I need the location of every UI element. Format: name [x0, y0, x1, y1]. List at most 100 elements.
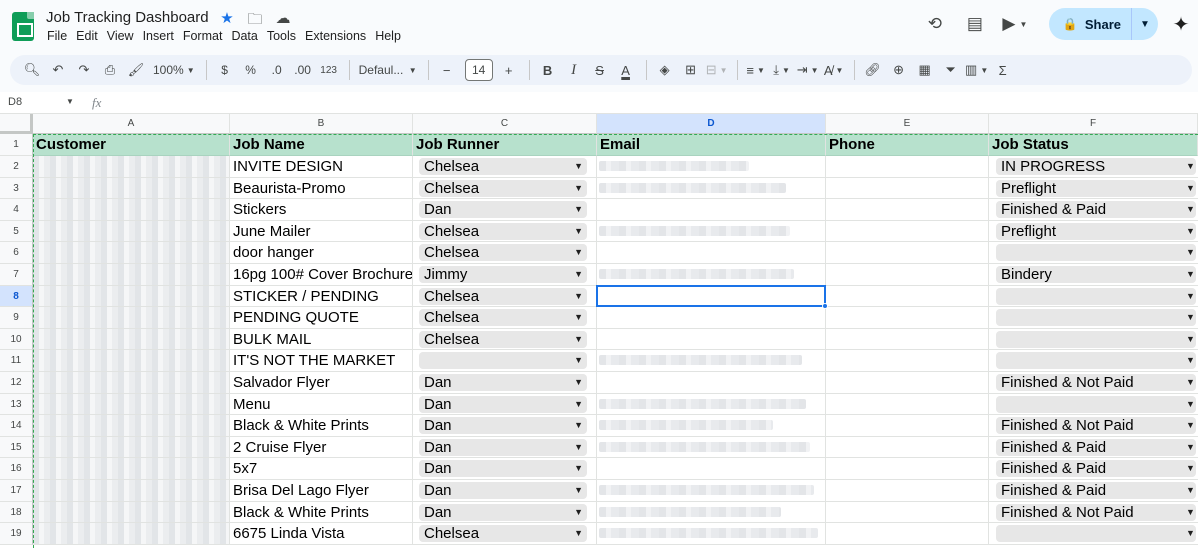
job-name-cell[interactable]: June Mailer — [230, 220, 413, 243]
job-name-cell[interactable]: door hanger — [230, 242, 413, 264]
job-status-cell[interactable]: Preflight ▼ — [989, 178, 1198, 200]
job-name-cell[interactable]: 16pg 100# Cover Brochure — [230, 264, 413, 286]
job-runner-cell[interactable]: Chelsea ▼ — [413, 307, 597, 329]
menu-edit[interactable]: Edit — [76, 29, 102, 43]
job-status-dropdown[interactable]: ▼ — [996, 244, 1196, 262]
job-runner-cell[interactable]: Chelsea ▼ — [413, 177, 597, 200]
job-status-dropdown[interactable]: Finished & Paid ▼ — [996, 438, 1196, 456]
job-status-dropdown[interactable]: Finished & Paid ▼ — [996, 460, 1196, 478]
column-header-e[interactable]: E — [826, 114, 989, 134]
dropdown-arrow-icon[interactable]: ▼ — [574, 352, 583, 369]
dropdown-arrow-icon[interactable]: ▼ — [574, 331, 583, 348]
dropdown-arrow-icon[interactable]: ▼ — [1186, 439, 1196, 456]
job-status-cell[interactable]: ▼ — [989, 394, 1198, 416]
dropdown-arrow-icon[interactable]: ▼ — [1186, 244, 1196, 261]
job-status-cell[interactable]: ▼ — [989, 329, 1198, 351]
job-runner-cell[interactable]: Dan ▼ — [413, 199, 597, 221]
email-cell[interactable] — [597, 458, 826, 480]
column-header-d[interactable]: D — [597, 114, 826, 134]
menu-insert[interactable]: Insert — [143, 29, 178, 43]
text-wrapping-icon[interactable]: ⇥ ▼ — [796, 58, 820, 82]
customer-cell-redacted[interactable] — [33, 177, 230, 200]
dropdown-arrow-icon[interactable]: ▼ — [1186, 309, 1196, 326]
customer-cell-redacted[interactable] — [33, 415, 230, 437]
filter-views-icon[interactable]: ▥ ▼ — [965, 58, 989, 82]
job-status-dropdown[interactable]: Preflight ▼ — [996, 222, 1196, 240]
job-name-cell[interactable]: Beaurista-Promo — [230, 177, 413, 200]
customer-cell-redacted[interactable] — [33, 307, 230, 329]
job-status-cell[interactable]: ▼ — [989, 350, 1198, 372]
job-status-cell[interactable]: ▼ — [989, 307, 1198, 329]
job-runner-dropdown[interactable]: Chelsea ▼ — [419, 244, 587, 262]
job-status-cell[interactable]: Preflight ▼ — [989, 221, 1198, 243]
job-runner-cell[interactable]: ▼ — [413, 350, 597, 372]
job-runner-cell[interactable]: Chelsea ▼ — [413, 523, 597, 545]
menu-view[interactable]: View — [107, 29, 138, 43]
job-status-cell[interactable]: Finished & Paid ▼ — [989, 458, 1198, 480]
phone-cell[interactable] — [826, 480, 989, 502]
customer-cell-redacted[interactable] — [33, 242, 230, 264]
header-cell-email[interactable]: Email — [597, 134, 826, 156]
job-runner-cell[interactable]: Dan ▼ — [413, 393, 597, 416]
job-status-cell[interactable]: Finished & Paid ▼ — [989, 199, 1198, 221]
dropdown-arrow-icon[interactable]: ▼ — [574, 309, 583, 326]
job-runner-dropdown[interactable]: Dan ▼ — [419, 503, 587, 521]
job-name-cell[interactable]: Menu — [230, 393, 413, 416]
job-status-dropdown[interactable]: Finished & Paid ▼ — [996, 482, 1196, 499]
customer-cell-redacted[interactable] — [33, 328, 230, 351]
email-cell[interactable] — [597, 372, 826, 394]
job-runner-dropdown[interactable]: Dan ▼ — [419, 374, 587, 391]
font-select[interactable]: Defaul... ▼ — [356, 58, 420, 82]
functions-button[interactable]: Σ — [991, 58, 1015, 82]
phone-cell[interactable] — [826, 285, 989, 308]
row-header[interactable]: 3 — [0, 177, 33, 200]
job-runner-dropdown[interactable]: Dan ▼ — [419, 460, 587, 478]
job-runner-dropdown[interactable]: Chelsea ▼ — [419, 158, 587, 175]
row-header[interactable]: 11 — [0, 350, 33, 372]
decrease-decimal-button[interactable]: .0 — [265, 58, 289, 82]
vertical-align-icon[interactable]: ⤓ ▼ — [770, 58, 794, 82]
italic-button[interactable]: I — [562, 58, 586, 82]
job-runner-dropdown[interactable]: Jimmy ▼ — [419, 266, 587, 283]
comments-icon[interactable]: ▤ — [959, 8, 991, 40]
menu-data[interactable]: Data — [231, 29, 261, 43]
increase-decimal-button[interactable]: .00 — [291, 58, 315, 82]
header-cell-phone[interactable]: Phone — [826, 134, 989, 156]
email-cell[interactable] — [597, 436, 826, 459]
phone-cell[interactable] — [826, 458, 989, 480]
name-box[interactable]: D8 — [8, 96, 22, 108]
bold-button[interactable]: B — [536, 58, 560, 82]
job-name-cell[interactable]: Salvador Flyer — [230, 372, 413, 394]
job-status-dropdown[interactable]: Finished & Not Paid ▼ — [996, 417, 1196, 435]
dropdown-arrow-icon[interactable]: ▼ — [1186, 158, 1196, 175]
strikethrough-button[interactable]: S — [588, 58, 612, 82]
dropdown-arrow-icon[interactable]: ▼ — [574, 504, 583, 521]
job-name-cell[interactable]: INVITE DESIGN — [230, 156, 413, 178]
dropdown-arrow-icon[interactable]: ▼ — [1186, 223, 1196, 240]
job-status-cell[interactable]: Finished & Paid ▼ — [989, 437, 1198, 459]
phone-cell[interactable] — [826, 199, 989, 221]
row-header[interactable]: 9 — [0, 307, 33, 329]
job-status-dropdown[interactable]: Finished & Paid ▼ — [996, 201, 1196, 219]
borders-icon[interactable]: ⊞ — [679, 58, 703, 82]
share-button[interactable]: 🔒 Share — [1049, 8, 1132, 40]
phone-cell[interactable] — [826, 436, 989, 459]
customer-cell-redacted[interactable] — [33, 285, 230, 308]
row-header[interactable]: 4 — [0, 199, 33, 221]
dropdown-arrow-icon[interactable]: ▼ — [574, 288, 583, 305]
customer-cell-redacted[interactable] — [33, 436, 230, 459]
dropdown-arrow-icon[interactable]: ▼ — [574, 158, 583, 175]
column-header-a[interactable]: A — [33, 114, 230, 134]
job-status-cell[interactable]: ▼ — [989, 523, 1198, 545]
filter-icon[interactable]: ⏷ — [939, 58, 963, 82]
more-formats-button[interactable]: 123 — [317, 58, 341, 82]
dropdown-arrow-icon[interactable]: ▼ — [1186, 352, 1196, 369]
redo-icon[interactable]: ↷ — [72, 58, 96, 82]
job-status-cell[interactable]: Finished & Not Paid ▼ — [989, 372, 1198, 394]
row-header[interactable]: 5 — [0, 220, 33, 243]
job-runner-cell[interactable]: Chelsea ▼ — [413, 242, 597, 264]
column-header-f[interactable]: F — [989, 114, 1198, 134]
row-header[interactable]: 8 — [0, 285, 33, 308]
job-runner-dropdown[interactable]: Chelsea ▼ — [419, 222, 587, 240]
menu-format[interactable]: Format — [183, 29, 227, 43]
